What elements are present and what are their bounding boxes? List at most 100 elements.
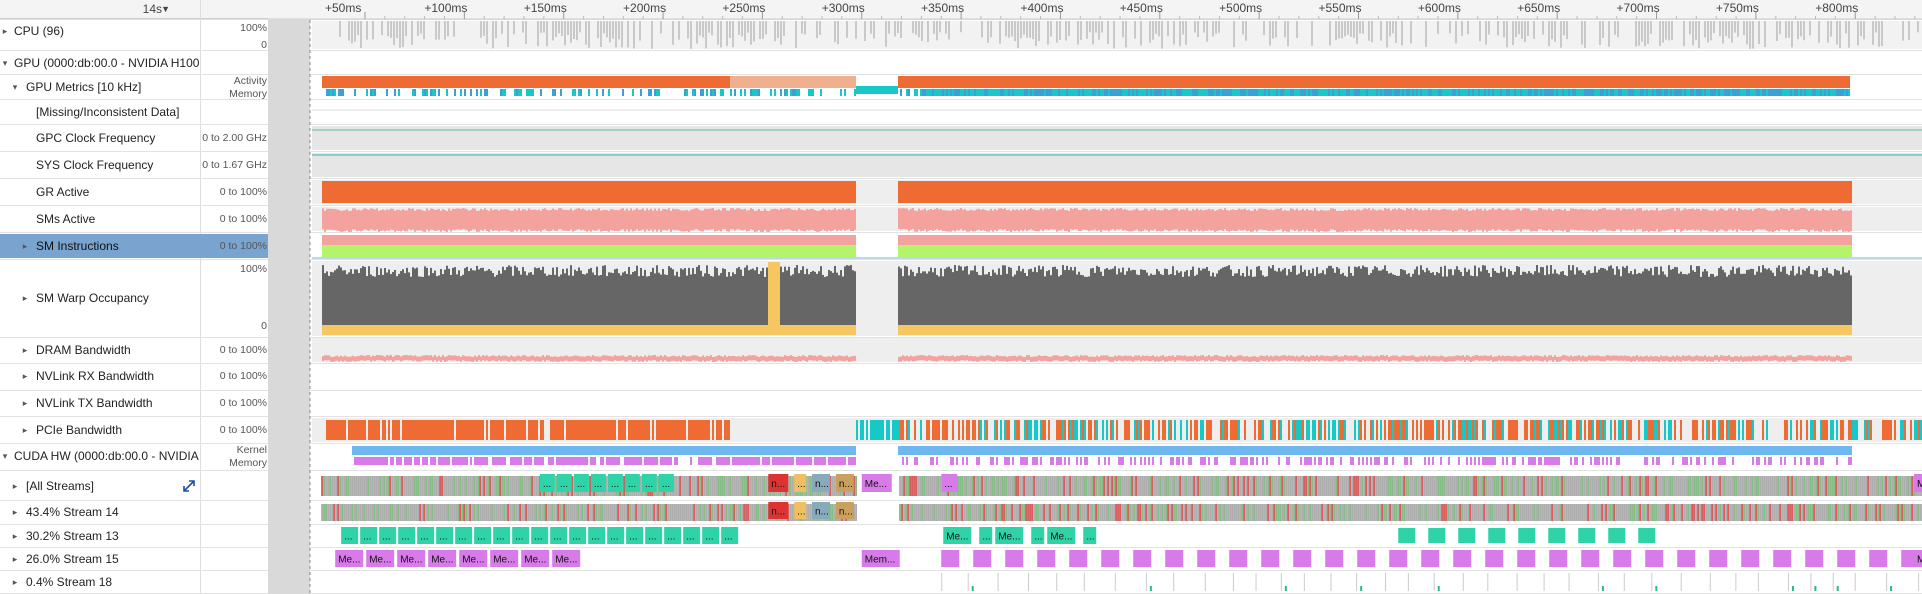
gr-active-bar [1684,181,1686,203]
warp-yellow-bar [324,325,326,335]
row-nvlink-tx[interactable]: ▸ NVLink TX Bandwidth [0,391,220,415]
row-pcie-bandwidth[interactable]: ▸ PCIe Bandwidth [0,418,220,442]
chevron-right-icon[interactable]: ▸ [10,531,20,542]
sm-instr-bar [518,235,520,245]
gpu-activity-bar [1416,76,1418,88]
gpu-activity-bar [1364,76,1366,88]
chevron-right-icon[interactable]: ▸ [10,507,20,518]
chevron-down-icon[interactable]: ▾ [0,451,10,462]
sm-instr-bar [934,245,936,257]
row-stream-14[interactable]: ▸ 43.4% Stream 14 [0,501,210,523]
sm-instr-bar [538,235,540,245]
sm-instr-bar [1830,235,1832,245]
sms-active-bar [1578,209,1580,231]
chevron-right-icon[interactable]: ▸ [20,425,30,436]
row-stream-13[interactable]: ▸ 30.2% Stream 13 [0,525,210,547]
chevron-right-icon[interactable]: ▸ [10,481,20,492]
row-gpu-metrics[interactable]: ▾ GPU Metrics [10 kHz] [0,76,210,98]
gpu-memory-bar [1178,89,1180,96]
gr-active-bar [1092,181,1094,203]
sm-instr-bar [1786,245,1788,257]
gpu-activity-bar [1626,76,1628,88]
gr-active-bar [396,181,398,203]
gr-active-bar [598,181,600,203]
gpu-activity-bar [1014,76,1016,88]
row-all-streams[interactable]: ▸ [All Streams] [0,473,210,499]
gr-active-bar [536,181,538,203]
gpu-activity-bar [740,76,742,88]
sms-active-bar [1422,210,1424,232]
sm-instr-bar [328,235,330,245]
cpu-usage-bar [1878,21,1880,47]
row-sm-warp-occupancy[interactable]: ▸ SM Warp Occupancy [0,260,220,336]
row-dram-bandwidth[interactable]: ▸ DRAM Bandwidth [0,338,220,362]
sms-active-bar [714,210,716,232]
gr-active-bar [1728,181,1730,203]
gpu-memory-bar [1438,89,1440,96]
cpu-usage-bar [918,21,920,38]
gpu-memory-bar [1444,89,1446,96]
gr-active-bar [1292,181,1294,203]
gpu-activity-bar [1016,76,1018,88]
row-nvlink-rx[interactable]: ▸ NVLink RX Bandwidth [0,364,220,388]
chevron-down-icon[interactable]: ▾ [0,58,10,69]
chevron-right-icon[interactable]: ▸ [20,398,30,409]
gpu-memory-bar [520,89,522,96]
gr-active-bar [1130,181,1132,203]
warp-yellow-bar [496,325,498,335]
gpu-activity-bar [324,76,326,88]
cpu-usage-bar [1185,21,1187,45]
gpu-memory-bar [1022,89,1024,96]
sm-instr-bar [1574,235,1576,245]
sms-active-bar [1080,210,1082,232]
gr-active-bar [478,181,480,203]
sm-instr-bar [1802,245,1804,257]
sms-active-bar [466,209,468,231]
gpu-memory-bar [1578,89,1580,96]
timeline-canvas[interactable]: +50ms +100ms +150ms +200ms +250ms +300ms +350m… [268,0,1922,594]
sm-instr-bar [484,235,486,245]
chevron-right-icon[interactable]: ▸ [20,371,30,382]
chevron-right-icon[interactable]: ▸ [10,554,20,565]
sm-instr-bar [1396,245,1398,257]
sms-active-bar [992,210,994,232]
gr-active-bar [1772,181,1774,203]
warp-yellow-bar [328,325,330,335]
sm-instr-bar [1166,235,1168,245]
chevron-right-icon[interactable]: ▸ [20,293,30,304]
gpu-activity-bar [542,76,544,88]
gr-active-bar [1658,181,1660,203]
gr-active-bar [550,181,552,203]
gr-active-bar [376,181,378,203]
row-cuda-hw[interactable]: ▾ CUDA HW (0000:db:00.0 - NVIDIA [0,444,200,468]
gpu-activity-bar [1306,76,1308,88]
chevron-right-icon[interactable]: ▸ [20,345,30,356]
row-sm-instructions[interactable]: ▸ SM Instructions [0,234,220,258]
row-gpu[interactable]: ▾ GPU (0000:db:00.0 - NVIDIA H100 [0,53,200,73]
gpu-memory-bar [430,89,432,96]
row-stream-18[interactable]: ▸ 0.4% Stream 18 [0,571,210,593]
gpu-activity-bar [1568,76,1570,88]
expand-icon[interactable] [182,479,196,493]
sm-instr-bar [1732,235,1734,245]
row-stream-15[interactable]: ▸ 26.0% Stream 15 [0,548,210,570]
sm-instr-bar [610,235,612,245]
sms-active-bar [1684,208,1686,230]
chevron-right-icon[interactable]: ▸ [10,577,20,588]
gr-active-bar [624,181,626,203]
gpu-memory-bar [1118,89,1120,96]
sm-instr-bar [404,245,406,257]
sms-active-bar [1668,208,1670,230]
sms-active-bar [1432,208,1434,230]
sm-instr-bar [1742,235,1744,245]
gr-active-bar [1686,181,1688,203]
sm-instr-bar [1192,235,1194,245]
gr-active-bar [712,181,714,203]
chevron-down-icon[interactable]: ▾ [10,82,20,93]
sms-active-bar [1096,209,1098,231]
chevron-right-icon[interactable]: ▸ [0,26,10,37]
gr-active-bar [810,181,812,203]
row-cpu[interactable]: ▸ CPU (96) [0,20,200,42]
chevron-right-icon[interactable]: ▸ [20,241,30,252]
gr-active-bar [332,181,334,203]
